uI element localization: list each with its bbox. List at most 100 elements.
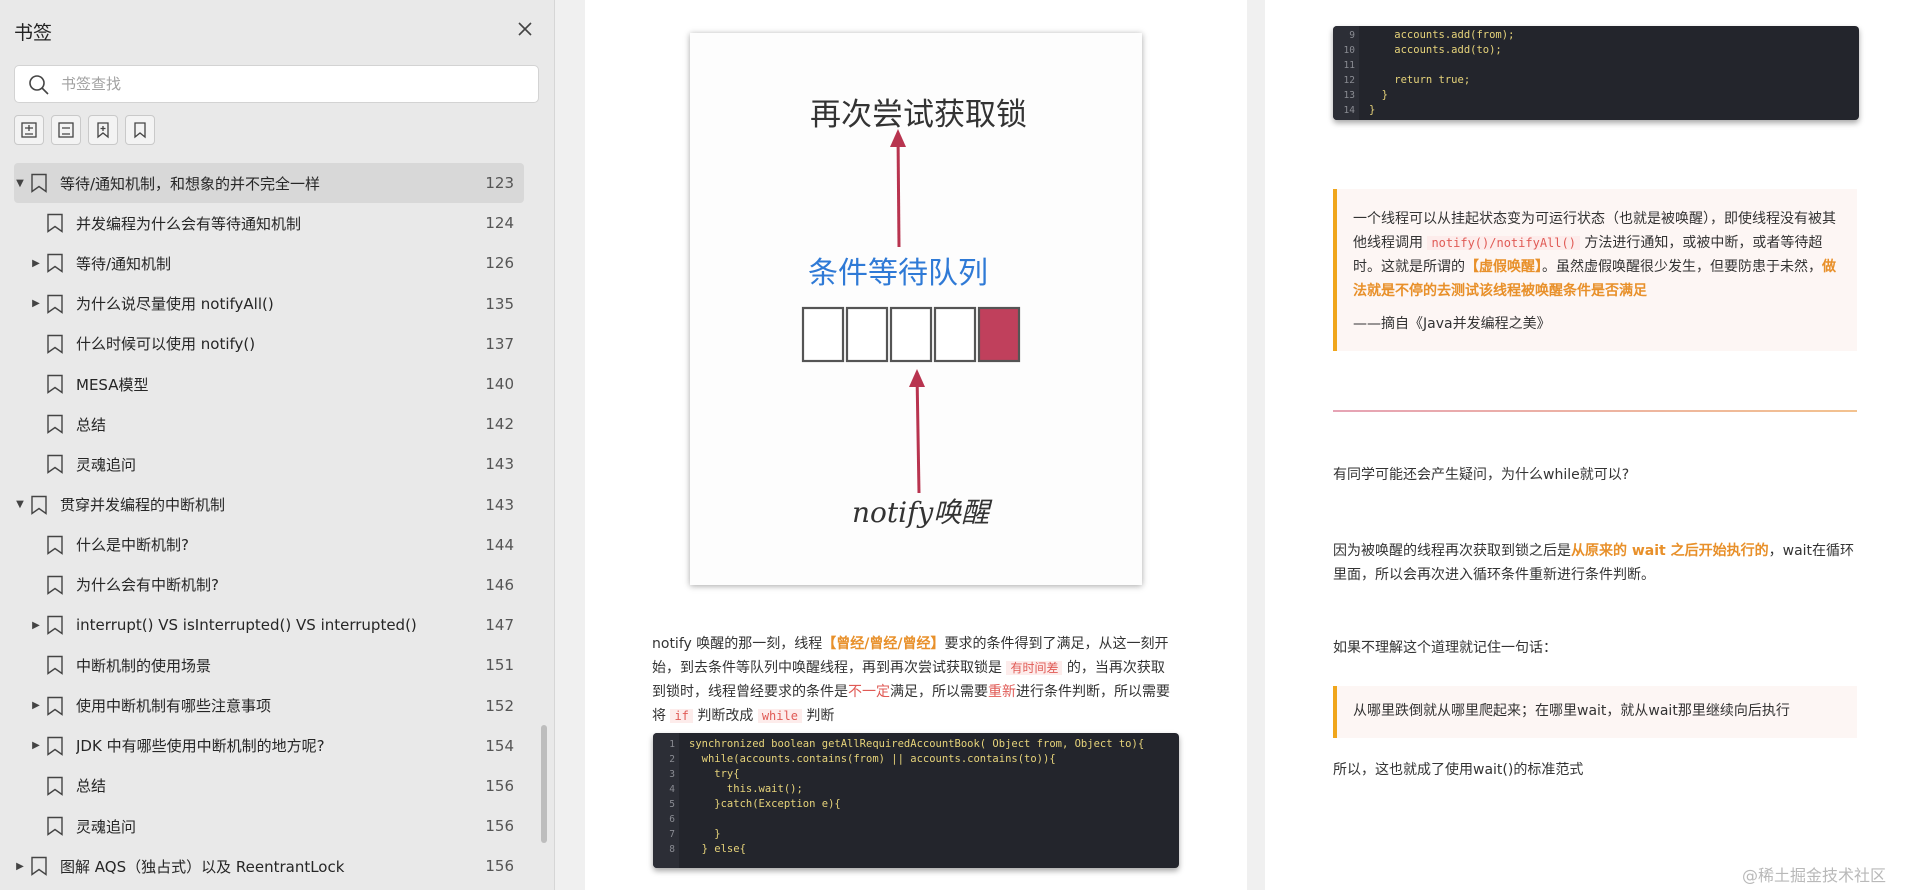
bookmark-page-number: 123	[485, 174, 514, 193]
line-number: 10	[1343, 45, 1355, 56]
bookmarks-sidebar: 书签 书签查找 ▼ 等待/通知机制，和想象的并不完全一样 123 并发编程为什么…	[0, 0, 555, 890]
conclusion-text: 所以，这也就成了使用wait()的标准范式	[1333, 762, 1584, 778]
bookmark-label: MESA模型	[76, 375, 149, 394]
bookmark-label: 贯穿并发编程的中断机制	[60, 496, 226, 515]
bookmark-page-number: 140	[485, 375, 514, 394]
bookmark-page-number: 143	[485, 495, 514, 514]
code-line: 13 }	[1333, 88, 1859, 103]
queue-box-2	[845, 306, 889, 363]
bookmark-label: 总结	[76, 777, 107, 796]
code-text: accounts.add(from);	[1369, 29, 1515, 41]
highlighted-text: 从原来的 wait 之后开始执行的	[1571, 543, 1769, 559]
remember-text: 如果不理解这个道理就记住一句话：	[1333, 640, 1557, 656]
bookmark-label: 图解 AQS（独占式）以及 ReentrantLock	[60, 857, 345, 876]
bookmark-label: 总结	[76, 415, 107, 434]
expand-all-icon	[21, 122, 37, 138]
bookmark-icon	[47, 294, 63, 314]
collapse-arrow-icon[interactable]: ▼	[14, 178, 26, 189]
text-segment: notify 唤醒的那一刻，线程	[652, 636, 823, 652]
bookmark-label: interrupt() VS isInterrupted() VS interr…	[76, 616, 417, 635]
bookmark-item[interactable]: ▶ 为什么说尽量使用 notifyAll() 135	[14, 284, 524, 324]
bookmark-item[interactable]: 什么时候可以使用 notify() 137	[14, 324, 524, 364]
collapse-arrow-icon[interactable]: ▼	[14, 499, 26, 510]
text-segment: 。虽然虚假唤醒很少发生，但要防患于未然，	[1542, 259, 1822, 275]
section-divider	[1333, 410, 1857, 412]
close-icon[interactable]	[515, 19, 535, 39]
line-number: 8	[669, 844, 675, 855]
expand-arrow-icon[interactable]: ▶	[14, 861, 26, 872]
bookmark-icon	[47, 656, 63, 676]
arrowhead-bottom	[909, 369, 925, 387]
expand-arrow-icon[interactable]: ▶	[30, 700, 42, 711]
sidebar-scrollbar[interactable]	[541, 725, 547, 843]
bookmark-page-number: 147	[485, 616, 514, 635]
line-number: 5	[669, 799, 675, 810]
bookmark-icon	[47, 736, 63, 756]
text-segment: 因为被唤醒的线程再次获取到锁之后是	[1333, 543, 1571, 559]
bookmark-item[interactable]: MESA模型 140	[14, 364, 524, 404]
bookmark-item[interactable]: 灵魂追问 156	[14, 806, 524, 846]
question-text: 有同学可能还会产生疑问，为什么while就可以?	[1333, 467, 1630, 483]
code-text: }	[1369, 104, 1376, 116]
expand-arrow-icon[interactable]: ▶	[30, 620, 42, 631]
code-text: }catch(Exception e){	[689, 798, 841, 810]
bookmark-icon	[47, 214, 63, 234]
bookmark-label: 使用中断机制有哪些注意事项	[76, 697, 272, 716]
expand-arrow-icon[interactable]: ▶	[30, 258, 42, 269]
bookmark-item[interactable]: ▼ 贯穿并发编程的中断机制 143	[14, 485, 524, 525]
bookmark-button[interactable]	[125, 115, 155, 145]
code-text: while(accounts.contains(from) || account…	[689, 753, 1056, 765]
add-bookmark-button[interactable]	[88, 115, 118, 145]
line-number: 3	[669, 769, 675, 780]
bookmark-item[interactable]: ▶ 使用中断机制有哪些注意事项 152	[14, 685, 524, 725]
bookmark-item[interactable]: 中断机制的使用场景 151	[14, 645, 524, 685]
notify-explanation-paragraph: notify 唤醒的那一刻，线程【曾经/曾经/曾经】要求的条件得到了满足，从这一…	[652, 632, 1172, 728]
highlighted-text: 【虚假唤醒】	[1465, 259, 1542, 275]
line-number: 9	[1349, 30, 1355, 41]
bookmark-icon	[31, 173, 47, 193]
line-number: 4	[669, 784, 675, 795]
code-text: try{	[689, 768, 740, 780]
bookmark-item[interactable]: ▶ interrupt() VS isInterrupted() VS inter…	[14, 605, 524, 645]
bookmark-item[interactable]: ▶ JDK 中有哪些使用中断机制的地方呢? 154	[14, 726, 524, 766]
bookmark-page-number: 142	[485, 415, 514, 434]
bookmark-item[interactable]: 总结 156	[14, 766, 524, 806]
queue-box-1	[801, 306, 845, 363]
queue-box-3	[889, 306, 933, 363]
bookmark-item[interactable]: ▼ 等待/通知机制，和想象的并不完全一样 123	[14, 163, 524, 204]
diagram-top-label: 再次尝试获取锁	[810, 97, 1027, 133]
bookmark-item[interactable]: 为什么会有中断机制? 146	[14, 565, 524, 605]
bookmark-toolbar	[14, 115, 155, 145]
bookmark-item[interactable]: 总结 142	[14, 404, 524, 444]
highlighted-text: 有时间差	[1006, 661, 1063, 675]
bookmark-page-number: 146	[485, 575, 514, 594]
line-number: 13	[1343, 90, 1355, 101]
code-line: 6	[653, 812, 1179, 827]
highlighted-text: while	[757, 709, 802, 723]
code-block-wait-loop: 1 synchronized boolean getAllRequiredAcco…	[653, 733, 1179, 868]
expand-arrow-icon[interactable]: ▶	[30, 298, 42, 309]
text-segment: 判断改成	[692, 708, 758, 724]
bookmark-page-number: 137	[485, 334, 514, 353]
bookmark-search-input[interactable]	[61, 72, 521, 96]
bookmark-item[interactable]: 并发编程为什么会有等待通知机制 124	[14, 203, 524, 243]
collapse-all-button[interactable]	[51, 115, 81, 145]
highlighted-text: 不一定	[848, 684, 890, 700]
expand-arrow-icon[interactable]: ▶	[30, 740, 42, 751]
bookmark-item[interactable]: ▶ 等待/通知机制 126	[14, 243, 524, 283]
bookmark-icon	[47, 455, 63, 475]
bookmark-icon	[47, 696, 63, 716]
highlighted-text: 【曾经/曾经/曾经】	[822, 636, 945, 652]
bookmark-label: 中断机制的使用场景	[76, 656, 212, 675]
code-line: 1 synchronized boolean getAllRequiredAcco…	[653, 737, 1179, 752]
expand-all-button[interactable]	[14, 115, 44, 145]
line-number: 6	[669, 814, 675, 825]
bookmark-item[interactable]: 灵魂追问 143	[14, 444, 524, 484]
bookmark-icon	[47, 575, 63, 595]
bookmark-item[interactable]: ▶ 图解 AQS（独占式）以及 ReentrantLock 156	[14, 846, 524, 886]
bookmark-item[interactable]: 什么是中断机制? 144	[14, 525, 524, 565]
bookmark-icon	[47, 254, 63, 274]
code-text: }	[1369, 89, 1388, 101]
code-line: 2 while(accounts.contains(from) || accou…	[653, 752, 1179, 767]
bookmark-search-box[interactable]	[14, 65, 539, 103]
